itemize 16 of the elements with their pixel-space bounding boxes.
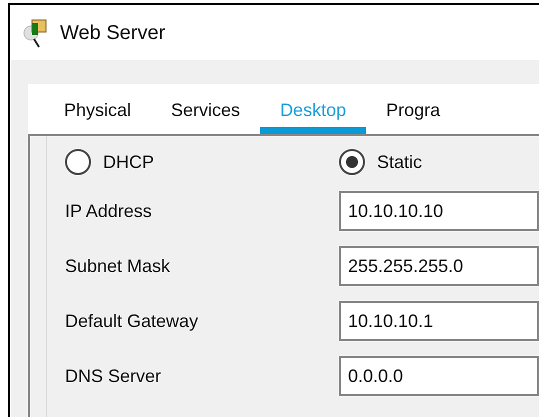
radio-option[interactable]: DHCP	[47, 148, 339, 176]
input-field[interactable]: 10.10.10.10	[339, 191, 539, 231]
input-field[interactable]: 0.0.0.0	[339, 356, 539, 396]
tab[interactable]: Progra	[366, 94, 460, 134]
field-label: Subnet Mask	[64, 254, 172, 278]
radio-option[interactable]: Static	[339, 148, 422, 176]
field-label: DNS Server	[64, 364, 162, 388]
field-label: Default Gateway	[64, 310, 200, 333]
radio-button[interactable]	[65, 149, 91, 175]
input-field[interactable]: 255.255.255.0	[339, 246, 539, 286]
tab[interactable]: Physical	[44, 94, 152, 134]
input-field[interactable]: 10.10.10.1	[339, 301, 539, 341]
window-title: Web Server	[60, 20, 166, 46]
tab[interactable]: Services	[151, 94, 260, 134]
radio-button[interactable]	[339, 149, 365, 175]
field-label: IP Address	[64, 200, 153, 222]
